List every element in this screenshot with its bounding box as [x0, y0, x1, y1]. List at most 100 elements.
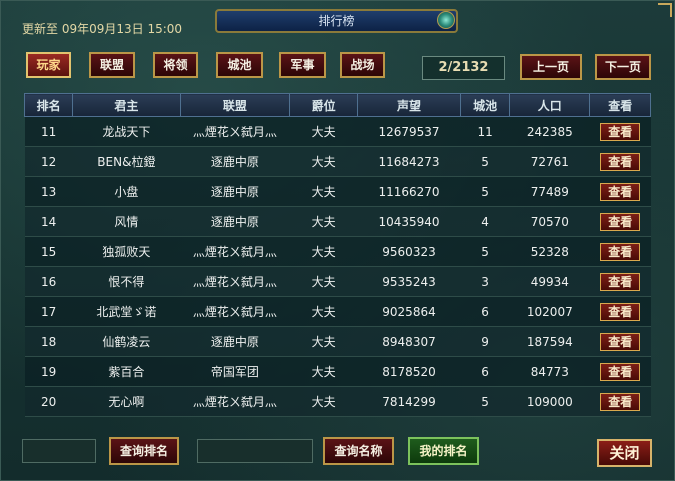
- next-page-button[interactable]: 下一页: [595, 54, 651, 80]
- view-button[interactable]: 查看: [600, 362, 641, 381]
- window-title: 排行榜: [215, 9, 458, 33]
- lord-cell: 紫百合: [72, 356, 181, 387]
- alliance-cell: 逐鹿中原: [180, 176, 290, 207]
- title-cell: 大夫: [289, 146, 358, 177]
- cities-cell: 4: [460, 206, 510, 237]
- alliance-cell: 逐鹿中原: [180, 326, 290, 357]
- prestige-cell: 7814299: [357, 386, 461, 417]
- rank-cell: 16: [24, 266, 73, 297]
- view-cell: 查看: [589, 206, 651, 237]
- view-cell: 查看: [589, 236, 651, 267]
- rank-cell: 20: [24, 386, 73, 417]
- lord-cell: 北武堂ゞ诺: [72, 296, 181, 327]
- population-cell: 72761: [509, 146, 590, 177]
- column-header-alliance: 联盟: [179, 93, 291, 117]
- page-indicator: 2/2132: [422, 56, 505, 80]
- cities-cell: 9: [460, 326, 510, 357]
- title-cell: 大夫: [289, 236, 358, 267]
- query-name-button[interactable]: 查询名称: [323, 437, 394, 465]
- title-cell: 大夫: [289, 296, 358, 327]
- update-time-label: 更新至 09年09月13日 15:00: [22, 22, 183, 36]
- table-row: 20 无心啊 灬煙花ㄨ弑月灬 大夫 7814299 5 109000 查看: [24, 386, 651, 417]
- cities-cell: 6: [460, 356, 510, 387]
- population-cell: 52328: [509, 236, 590, 267]
- alliance-cell: 帝国军团: [180, 356, 290, 387]
- population-cell: 187594: [509, 326, 590, 357]
- rank-cell: 19: [24, 356, 73, 387]
- lord-cell: BEN&柆鐙: [72, 146, 181, 177]
- view-button[interactable]: 查看: [600, 152, 641, 171]
- table-row: 15 独孤败天 灬煙花ㄨ弑月灬 大夫 9560323 5 52328 查看: [24, 236, 651, 267]
- population-cell: 109000: [509, 386, 590, 417]
- cities-cell: 5: [460, 146, 510, 177]
- column-header-prestige: 声望: [356, 93, 462, 117]
- name-query-input[interactable]: [197, 439, 313, 463]
- view-cell: 查看: [589, 296, 651, 327]
- tab-battlefield[interactable]: 战场: [340, 52, 385, 78]
- view-cell: 查看: [589, 116, 651, 147]
- rank-cell: 17: [24, 296, 73, 327]
- prev-page-button[interactable]: 上一页: [520, 54, 582, 80]
- prestige-cell: 10435940: [357, 206, 461, 237]
- lord-cell: 无心啊: [72, 386, 181, 417]
- title-right-ornament-icon: [437, 11, 455, 29]
- prestige-cell: 11166270: [357, 176, 461, 207]
- prestige-cell: 8948307: [357, 326, 461, 357]
- tab-general[interactable]: 将领: [153, 52, 198, 78]
- cities-cell: 5: [460, 386, 510, 417]
- table-row: 19 紫百合 帝国军团 大夫 8178520 6 84773 查看: [24, 356, 651, 387]
- view-button[interactable]: 查看: [600, 392, 641, 411]
- lord-cell: 风情: [72, 206, 181, 237]
- title-cell: 大夫: [289, 206, 358, 237]
- view-cell: 查看: [589, 386, 651, 417]
- prestige-cell: 9560323: [357, 236, 461, 267]
- column-header-title: 爵位: [289, 93, 358, 117]
- view-cell: 查看: [589, 326, 651, 357]
- table-row: 13 小盘 逐鹿中原 大夫 11166270 5 77489 查看: [24, 176, 651, 207]
- view-cell: 查看: [589, 266, 651, 297]
- rank-query-input[interactable]: [22, 439, 96, 463]
- ranking-table: 排名 君主 联盟 爵位 声望 城池 人口 查看 11 龙战天下 灬煙花ㄨ弑月灬 …: [23, 93, 651, 417]
- view-cell: 查看: [589, 176, 651, 207]
- lord-cell: 龙战天下: [72, 116, 181, 147]
- rank-cell: 13: [24, 176, 73, 207]
- alliance-cell: 灬煙花ㄨ弑月灬: [180, 236, 290, 267]
- tab-city[interactable]: 城池: [216, 52, 263, 78]
- title-cell: 大夫: [289, 176, 358, 207]
- prestige-cell: 9025864: [357, 296, 461, 327]
- close-button[interactable]: 关闭: [597, 439, 652, 467]
- rank-cell: 14: [24, 206, 73, 237]
- lord-cell: 独孤败天: [72, 236, 181, 267]
- population-cell: 49934: [509, 266, 590, 297]
- cities-cell: 5: [460, 236, 510, 267]
- query-rank-button[interactable]: 查询排名: [109, 437, 179, 465]
- table-row: 12 BEN&柆鐙 逐鹿中原 大夫 11684273 5 72761 查看: [24, 146, 651, 177]
- population-cell: 102007: [509, 296, 590, 327]
- alliance-cell: 灬煙花ㄨ弑月灬: [180, 386, 290, 417]
- view-button[interactable]: 查看: [600, 302, 641, 321]
- view-button[interactable]: 查看: [600, 272, 641, 291]
- column-header-population: 人口: [509, 93, 591, 117]
- rank-cell: 11: [24, 116, 73, 147]
- table-row: 18 仙鹤凌云 逐鹿中原 大夫 8948307 9 187594 查看: [24, 326, 651, 357]
- table-row: 17 北武堂ゞ诺 灬煙花ㄨ弑月灬 大夫 9025864 6 102007 查看: [24, 296, 651, 327]
- view-button[interactable]: 查看: [600, 242, 641, 261]
- table-row: 11 龙战天下 灬煙花ㄨ弑月灬 大夫 12679537 11 242385 查看: [24, 116, 651, 147]
- population-cell: 70570: [509, 206, 590, 237]
- cities-cell: 6: [460, 296, 510, 327]
- alliance-cell: 灬煙花ㄨ弑月灬: [180, 296, 290, 327]
- view-button[interactable]: 查看: [600, 122, 641, 141]
- tab-military[interactable]: 军事: [279, 52, 326, 78]
- my-rank-button[interactable]: 我的排名: [408, 437, 479, 465]
- table-header-row: 排名 君主 联盟 爵位 声望 城池 人口 查看: [23, 93, 651, 117]
- view-button[interactable]: 查看: [600, 332, 641, 351]
- title-cell: 大夫: [289, 386, 358, 417]
- cities-cell: 11: [460, 116, 510, 147]
- prestige-cell: 11684273: [357, 146, 461, 177]
- table-row: 14 风情 逐鹿中原 大夫 10435940 4 70570 查看: [24, 206, 651, 237]
- tab-alliance[interactable]: 联盟: [89, 52, 135, 78]
- prestige-cell: 12679537: [357, 116, 461, 147]
- tab-player[interactable]: 玩家: [26, 52, 71, 78]
- view-button[interactable]: 查看: [600, 212, 641, 231]
- view-button[interactable]: 查看: [600, 182, 641, 201]
